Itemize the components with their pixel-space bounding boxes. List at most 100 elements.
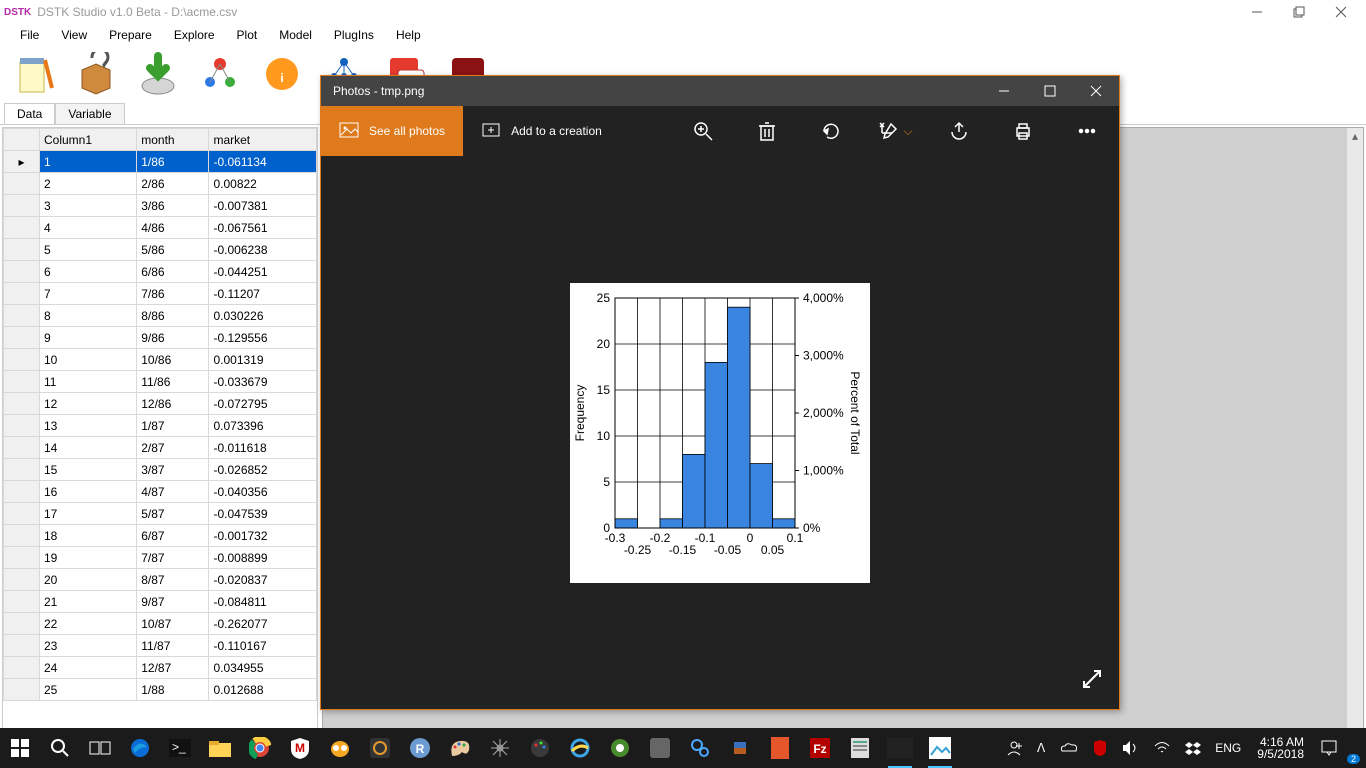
menu-plugins[interactable]: PlugIns [324,26,384,44]
col-header[interactable]: month [137,129,209,151]
table-row[interactable]: 44/86-0.067561 [4,217,317,239]
share-button[interactable] [927,106,991,156]
terminal-icon[interactable]: >_ [160,728,200,768]
taskbar[interactable]: >_ M R Fz ᐱ ENG 4:16 AM 9/5/2018 2 [0,728,1366,768]
menu-file[interactable]: File [10,26,49,44]
table-row[interactable]: 197/87-0.008899 [4,547,317,569]
dark-app-icon[interactable] [360,728,400,768]
clock[interactable]: 4:16 AM 9/5/2018 [1249,736,1312,760]
search-button[interactable] [40,728,80,768]
maximize-button[interactable] [1278,0,1320,24]
chrome-icon[interactable] [240,728,280,768]
task-view-button[interactable] [80,728,120,768]
table-row[interactable]: 77/86-0.11207 [4,283,317,305]
add-to-creation-button[interactable]: Add to a creation [463,120,620,143]
package-button[interactable] [68,49,124,99]
menu-model[interactable]: Model [269,26,322,44]
nodes-button[interactable] [192,49,248,99]
table-row[interactable]: 142/87-0.011618 [4,437,317,459]
table-row[interactable]: 22/860.00822 [4,173,317,195]
see-all-photos-button[interactable]: See all photos [321,106,463,156]
gray-app-icon[interactable] [640,728,680,768]
col-header[interactable]: market [209,129,317,151]
menu-plot[interactable]: Plot [227,26,268,44]
notifications-icon[interactable] [1314,728,1344,768]
menu-view[interactable]: View [51,26,97,44]
table-row[interactable]: 2412/870.034955 [4,657,317,679]
photos-maximize-button[interactable] [1027,76,1073,106]
tab-variable[interactable]: Variable [55,103,124,124]
explorer-icon[interactable] [200,728,240,768]
table-row[interactable]: 186/87-0.001732 [4,525,317,547]
people-icon[interactable] [999,728,1029,768]
edge-icon[interactable] [120,728,160,768]
r-icon[interactable]: R [400,728,440,768]
table-row[interactable]: 131/870.073396 [4,415,317,437]
spider-icon[interactable] [480,728,520,768]
close-button[interactable] [1320,0,1362,24]
mcafee-tray-icon[interactable] [1087,728,1113,768]
delete-button[interactable] [735,106,799,156]
table-row[interactable]: 1010/860.001319 [4,349,317,371]
title-bar[interactable]: DSTK DSTK Studio v1.0 Beta - D:\acme.csv [0,0,1366,24]
photos-taskbar-icon[interactable] [920,728,960,768]
mcafee-icon[interactable]: M [280,728,320,768]
language-indicator[interactable]: ENG [1209,728,1247,768]
print-button[interactable] [991,106,1055,156]
table-row[interactable]: 33/86-0.007381 [4,195,317,217]
more-button[interactable] [1055,106,1119,156]
photos-title-bar[interactable]: Photos - tmp.png [321,76,1119,106]
volume-icon[interactable] [1115,728,1145,768]
fullscreen-button[interactable] [1081,668,1103,693]
table-row[interactable]: 164/87-0.040356 [4,481,317,503]
dropbox-icon[interactable] [1179,728,1207,768]
info-button[interactable]: i [254,49,310,99]
tab-data[interactable]: Data [4,103,55,124]
orange-app-icon[interactable] [760,728,800,768]
table-row[interactable]: 2210/87-0.262077 [4,613,317,635]
rotate-button[interactable] [799,106,863,156]
photos-minimize-button[interactable] [981,76,1027,106]
edit-button[interactable]: ⌵ [863,106,927,156]
drive-download-button[interactable] [130,49,186,99]
green-app-icon[interactable] [600,728,640,768]
table-row[interactable]: 2311/87-0.110167 [4,635,317,657]
notepad-button[interactable] [6,49,62,99]
row-header-corner[interactable] [4,129,40,151]
palette-icon[interactable] [520,728,560,768]
table-row[interactable]: 1212/86-0.072795 [4,393,317,415]
table-row[interactable]: 66/86-0.044251 [4,261,317,283]
filezilla-icon[interactable]: Fz [800,728,840,768]
table-row[interactable]: 153/87-0.026852 [4,459,317,481]
doc-icon[interactable] [840,728,880,768]
onedrive-icon[interactable] [1053,728,1085,768]
paint-icon[interactable] [440,728,480,768]
table-row[interactable]: 99/86-0.129556 [4,327,317,349]
table-row[interactable]: 55/86-0.006238 [4,239,317,261]
table-row[interactable]: 219/87-0.084811 [4,591,317,613]
wifi-icon[interactable] [1147,728,1177,768]
table-row[interactable]: 208/87-0.020837 [4,569,317,591]
menu-explore[interactable]: Explore [164,26,225,44]
photos-close-button[interactable] [1073,76,1119,106]
vertical-scrollbar[interactable]: ▴ ▾ [1347,128,1363,765]
table-row[interactable]: ▸11/86-0.061134 [4,151,317,173]
dstk-taskbar-icon[interactable] [880,728,920,768]
table-row[interactable]: 1111/86-0.033679 [4,371,317,393]
minimize-button[interactable] [1236,0,1278,24]
table-row[interactable]: 251/880.012688 [4,679,317,701]
zoom-button[interactable] [671,106,735,156]
owl-icon[interactable] [320,728,360,768]
ie-icon[interactable] [560,728,600,768]
data-grid-wrapper[interactable]: Column1monthmarket▸11/86-0.06113422/860.… [2,127,318,766]
gears-icon[interactable] [680,728,720,768]
table-row[interactable]: 175/87-0.047539 [4,503,317,525]
tray-chevron-icon[interactable]: ᐱ [1031,728,1051,768]
start-button[interactable] [0,728,40,768]
menu-help[interactable]: Help [386,26,431,44]
wizard-icon[interactable] [720,728,760,768]
menu-prepare[interactable]: Prepare [99,26,162,44]
scroll-up-icon[interactable]: ▴ [1347,128,1363,144]
col-header[interactable]: Column1 [40,129,137,151]
table-row[interactable]: 88/860.030226 [4,305,317,327]
